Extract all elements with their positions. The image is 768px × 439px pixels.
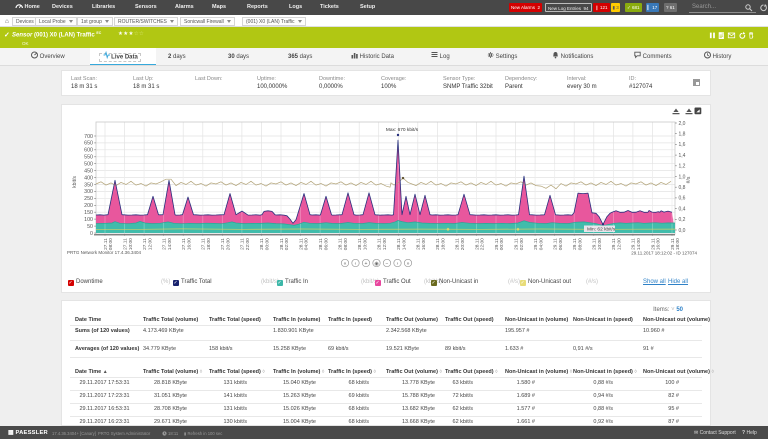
svg-text:1,8: 1,8 bbox=[679, 132, 686, 138]
svg-text:14:00: 14:00 bbox=[167, 238, 173, 250]
svg-text:29.11.2017 18:12:02 - ID 12707: 29.11.2017 18:12:02 - ID 127074 bbox=[631, 251, 697, 256]
svg-text:08:00: 08:00 bbox=[577, 238, 583, 250]
svg-text:200: 200 bbox=[84, 203, 93, 209]
svg-text:14:00: 14:00 bbox=[636, 238, 642, 250]
svg-text:29.11: 29.11 bbox=[513, 238, 519, 250]
svg-text:27.11: 27.11 bbox=[181, 238, 187, 250]
svg-text:08:00: 08:00 bbox=[108, 238, 114, 250]
svg-text:550: 550 bbox=[84, 155, 93, 161]
svg-text:◉: ◉ bbox=[374, 261, 379, 267]
svg-text:29.11: 29.11 bbox=[650, 238, 656, 250]
svg-text:02:00: 02:00 bbox=[519, 238, 525, 250]
svg-text:22:00: 22:00 bbox=[245, 238, 251, 250]
svg-text:12:00: 12:00 bbox=[617, 238, 623, 250]
svg-text:»: » bbox=[407, 261, 410, 267]
svg-text:27.11: 27.11 bbox=[220, 238, 226, 250]
svg-text:1,0: 1,0 bbox=[679, 174, 686, 180]
svg-text:06:00: 06:00 bbox=[323, 238, 329, 250]
svg-text:10:00: 10:00 bbox=[362, 238, 368, 250]
svg-text:12:00: 12:00 bbox=[147, 238, 153, 250]
svg-text:10:00: 10:00 bbox=[128, 238, 134, 250]
svg-text:27.11: 27.11 bbox=[162, 238, 168, 250]
svg-text:1,6: 1,6 bbox=[679, 142, 686, 148]
svg-text:28.11: 28.11 bbox=[279, 238, 285, 250]
svg-text:50: 50 bbox=[87, 224, 93, 230]
svg-text:12:00: 12:00 bbox=[382, 238, 388, 250]
svg-text:18:00: 18:00 bbox=[441, 238, 447, 250]
svg-text:28.11: 28.11 bbox=[318, 238, 324, 250]
svg-text:0: 0 bbox=[90, 231, 93, 237]
svg-text:29.11: 29.11 bbox=[553, 238, 559, 250]
svg-text:18:00: 18:00 bbox=[206, 238, 212, 250]
svg-text:29.11: 29.11 bbox=[670, 238, 676, 250]
svg-text:22:00: 22:00 bbox=[480, 238, 486, 250]
svg-text:20:00: 20:00 bbox=[460, 238, 466, 250]
svg-text:28.11: 28.11 bbox=[298, 238, 304, 250]
svg-text:450: 450 bbox=[84, 168, 93, 174]
svg-text:100: 100 bbox=[84, 217, 93, 223]
svg-text:28.11: 28.11 bbox=[377, 238, 383, 250]
svg-text:16:00: 16:00 bbox=[186, 238, 192, 250]
svg-text:400: 400 bbox=[84, 175, 93, 181]
svg-text:29.11: 29.11 bbox=[611, 238, 617, 250]
svg-text:06:00: 06:00 bbox=[558, 238, 564, 250]
svg-text:250: 250 bbox=[84, 196, 93, 202]
svg-text:16:00: 16:00 bbox=[421, 238, 427, 250]
svg-text:04:00: 04:00 bbox=[538, 238, 544, 250]
svg-text:Max: 670 kbit/s: Max: 670 kbit/s bbox=[386, 127, 419, 133]
svg-text:650: 650 bbox=[84, 141, 93, 147]
svg-text:04:00: 04:00 bbox=[304, 238, 310, 250]
svg-text:0,4: 0,4 bbox=[679, 206, 686, 212]
svg-text:500: 500 bbox=[84, 162, 93, 168]
svg-text:2,0: 2,0 bbox=[679, 121, 686, 127]
svg-text:0,2: 0,2 bbox=[679, 217, 686, 223]
svg-text:20:00: 20:00 bbox=[226, 238, 232, 250]
svg-text:29.11: 29.11 bbox=[533, 238, 539, 250]
svg-text:27.11: 27.11 bbox=[201, 238, 207, 250]
svg-text:28.11: 28.11 bbox=[416, 238, 422, 250]
svg-text:0,0: 0,0 bbox=[679, 228, 686, 234]
svg-text:29.11: 29.11 bbox=[592, 238, 598, 250]
svg-text:−: − bbox=[386, 261, 389, 267]
svg-text:0,8: 0,8 bbox=[679, 185, 686, 191]
svg-text:00:00: 00:00 bbox=[265, 238, 271, 250]
svg-text:#/s: #/s bbox=[686, 176, 692, 183]
svg-text:27.11: 27.11 bbox=[103, 238, 109, 250]
svg-text:29.11: 29.11 bbox=[494, 238, 500, 250]
svg-text:10:00: 10:00 bbox=[597, 238, 603, 250]
svg-text:29.11: 29.11 bbox=[572, 238, 578, 250]
svg-text:kbit/s: kbit/s bbox=[72, 176, 78, 188]
svg-text:300: 300 bbox=[84, 189, 93, 195]
svg-text:600: 600 bbox=[84, 148, 93, 154]
svg-text:08:00: 08:00 bbox=[343, 238, 349, 250]
svg-text:00:00: 00:00 bbox=[499, 238, 505, 250]
svg-text:27.11: 27.11 bbox=[122, 238, 128, 250]
svg-text:150: 150 bbox=[84, 210, 93, 216]
svg-text:28.11: 28.11 bbox=[259, 238, 265, 250]
svg-text:350: 350 bbox=[84, 182, 93, 188]
svg-text:16:00: 16:00 bbox=[656, 238, 662, 250]
svg-text:28.11: 28.11 bbox=[337, 238, 343, 250]
svg-text:27.11: 27.11 bbox=[142, 238, 148, 250]
svg-text:28.11: 28.11 bbox=[396, 238, 402, 250]
svg-text:28.11: 28.11 bbox=[357, 238, 363, 250]
svg-text:0,6: 0,6 bbox=[679, 196, 686, 202]
svg-text:14:00: 14:00 bbox=[402, 238, 408, 250]
svg-text:29.11: 29.11 bbox=[631, 238, 637, 250]
svg-text:+: + bbox=[365, 261, 368, 267]
svg-text:28.11: 28.11 bbox=[455, 238, 461, 250]
svg-text:02:00: 02:00 bbox=[284, 238, 290, 250]
svg-text:PRTG Network Monitor 17.4.36.3: PRTG Network Monitor 17.4.36.3404 bbox=[67, 250, 141, 255]
svg-text:«: « bbox=[344, 261, 347, 267]
svg-text:700: 700 bbox=[84, 134, 93, 140]
svg-text:27.11: 27.11 bbox=[240, 238, 246, 250]
svg-text:18:00: 18:00 bbox=[675, 238, 681, 250]
svg-text:1,2: 1,2 bbox=[679, 164, 686, 170]
svg-text:Min: 62 kbit/s: Min: 62 kbit/s bbox=[587, 227, 616, 233]
svg-text:28.11: 28.11 bbox=[474, 238, 480, 250]
svg-text:1,4: 1,4 bbox=[679, 153, 686, 159]
svg-text:28.11: 28.11 bbox=[435, 238, 441, 250]
